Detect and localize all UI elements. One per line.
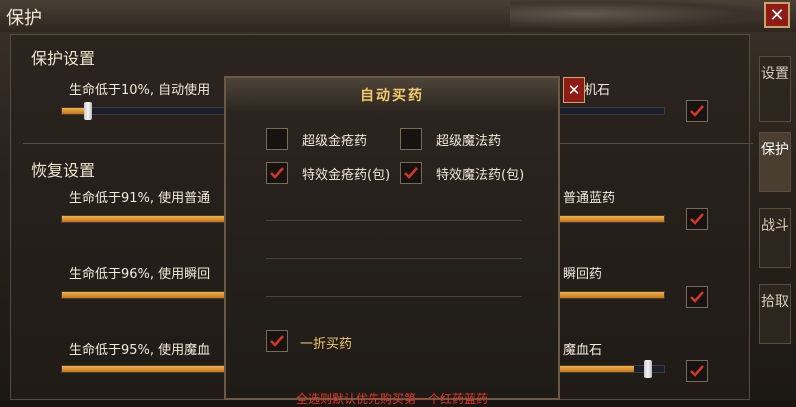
option-label: 特效金疮药(包) [302, 168, 391, 183]
tab-combat[interactable]: 战斗 [759, 208, 791, 268]
recover-row-item-label: 普通蓝药 [563, 191, 616, 206]
option-checkbox-super-hp[interactable] [266, 128, 288, 150]
checkmark-icon [690, 365, 704, 377]
protect-window: 保护 ✕ 保护设置 生命低于10%, 自动使用 随机石 恢复设置 生命低于91%… [0, 0, 796, 406]
protect-heading: 保护设置 [31, 49, 96, 68]
window-close-button[interactable]: ✕ [764, 2, 790, 28]
recover-row-label: 生命低于91%, 使用普通 [69, 191, 211, 206]
option-checkbox-special-hp[interactable] [266, 162, 288, 184]
window-title-bar: 保护 ✕ [0, 0, 796, 32]
option-label: 超级魔法药 [436, 134, 502, 149]
tab-settings[interactable]: 设置 [759, 56, 791, 122]
checkmark-icon [690, 105, 704, 117]
option-checkbox-super-mp[interactable] [400, 128, 422, 150]
tab-protect[interactable]: 保护 [759, 132, 791, 192]
slider-fill [62, 108, 86, 114]
protect-row-label: 生命低于10%, 自动使用 [69, 83, 211, 98]
dialog-close-button[interactable]: ✕ [563, 77, 585, 103]
dialog-divider [266, 258, 522, 259]
slider-thumb[interactable] [644, 360, 652, 378]
checkmark-icon [270, 167, 284, 179]
checkmark-icon [690, 213, 704, 225]
recover-row-checkbox[interactable] [686, 286, 708, 308]
recover-row-label: 生命低于96%, 使用瞬回 [69, 267, 211, 282]
recover-row-checkbox[interactable] [686, 360, 708, 382]
tab-pickup[interactable]: 拾取 [759, 284, 791, 344]
option-checkbox-special-mp[interactable] [400, 162, 422, 184]
dialog-divider [266, 296, 522, 297]
discount-label: 一折买药 [300, 337, 353, 352]
recover-row-label: 生命低于95%, 使用魔血 [69, 343, 211, 358]
window-title: 保护 [6, 8, 42, 29]
checkmark-icon [404, 167, 418, 179]
recover-row-item-label: 瞬回药 [563, 267, 603, 282]
dragon-ornament [510, 0, 765, 28]
recover-row-item-label: 魔血石 [563, 343, 603, 358]
dialog-divider [266, 220, 522, 221]
auto-buy-dialog: 自动买药 超级金疮药 超级魔法药 特效金疮药(包) 特效魔法药(包) 一折买药 … [224, 76, 560, 406]
recover-heading: 恢复设置 [31, 161, 96, 180]
discount-checkbox[interactable] [266, 330, 288, 352]
checkmark-icon [690, 291, 704, 303]
option-label: 特效魔法药(包) [436, 168, 525, 183]
dialog-header: 自动买药 [226, 78, 558, 110]
protect-row-checkbox[interactable] [686, 100, 708, 122]
recover-row-checkbox[interactable] [686, 208, 708, 230]
slider-thumb[interactable] [84, 102, 92, 120]
dialog-hint: 全选则默认优先购买第一个红药蓝药 [295, 392, 488, 406]
option-label: 超级金疮药 [302, 134, 368, 149]
checkmark-icon [270, 335, 284, 347]
dialog-title: 自动买药 [360, 88, 424, 104]
